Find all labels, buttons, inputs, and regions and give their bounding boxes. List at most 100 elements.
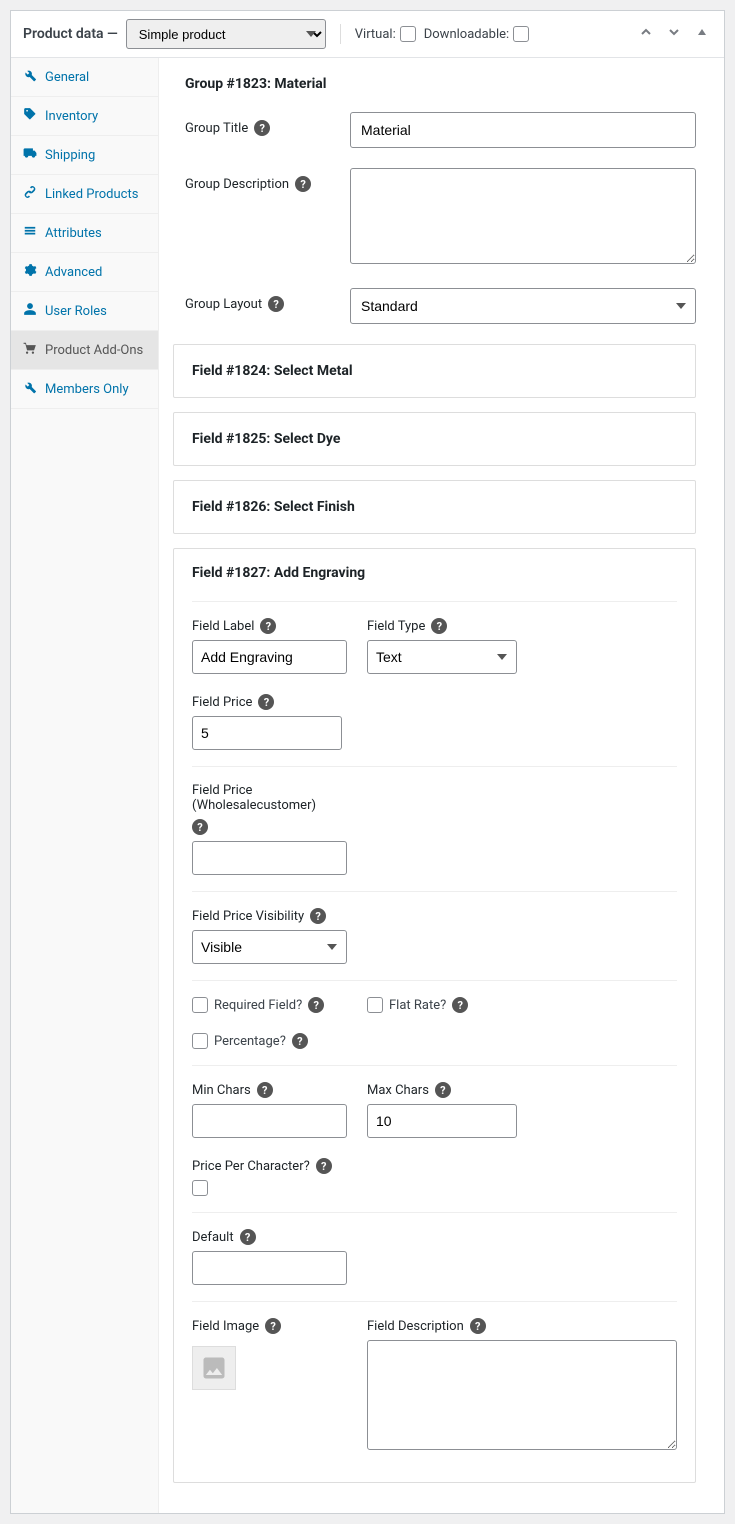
help-icon[interactable]: ? xyxy=(260,618,276,634)
group-title-row: Group Title ? xyxy=(185,112,696,148)
percentage-checkbox[interactable] xyxy=(192,1033,208,1049)
help-icon[interactable]: ? xyxy=(258,694,274,710)
sidebar-item-members[interactable]: Members Only xyxy=(11,370,158,409)
help-icon[interactable]: ? xyxy=(310,908,326,924)
product-data-header: Product data — Simple product Virtual: D… xyxy=(11,11,724,58)
field-visibility-lbl: Field Price Visibility xyxy=(192,909,304,924)
divider xyxy=(340,24,341,44)
minchars-input[interactable] xyxy=(192,1104,347,1138)
help-icon[interactable]: ? xyxy=(192,819,208,835)
help-icon[interactable]: ? xyxy=(257,1082,273,1098)
chevron-down-icon[interactable] xyxy=(664,24,684,44)
maxchars-lbl: Max Chars xyxy=(367,1083,429,1098)
field-type-select[interactable]: Text xyxy=(367,640,517,674)
sidebar-item-general[interactable]: General xyxy=(11,58,158,97)
default-lbl: Default xyxy=(192,1230,234,1245)
triangle-up-icon[interactable] xyxy=(692,24,712,44)
sidebar-item-linked[interactable]: Linked Products xyxy=(11,175,158,214)
field-price-input[interactable] xyxy=(192,716,342,750)
downloadable-checkbox-label[interactable]: Downloadable: xyxy=(424,26,529,42)
percentage-lbl: Percentage? xyxy=(214,1034,286,1049)
field-label-lbl: Field Label xyxy=(192,619,254,634)
product-data-sidebar: General Inventory Shipping Linked Produc… xyxy=(11,58,159,1513)
field-card-collapsed[interactable]: Field #1826: Select Finish xyxy=(173,480,696,534)
group-heading: Group #1823: Material xyxy=(185,76,696,92)
group-desc-textarea[interactable] xyxy=(350,168,696,264)
group-title-input[interactable] xyxy=(350,112,696,148)
product-data-body: General Inventory Shipping Linked Produc… xyxy=(11,58,724,1513)
sidebar-item-label: Shipping xyxy=(45,148,95,163)
default-input[interactable] xyxy=(192,1251,347,1285)
field-card-collapsed[interactable]: Field #1824: Select Metal xyxy=(173,344,696,398)
field-heading[interactable]: Field #1827: Add Engraving xyxy=(192,565,677,581)
wrench-icon xyxy=(23,68,37,86)
image-lbl: Field Image xyxy=(192,1319,259,1334)
sidebar-item-user-roles[interactable]: User Roles xyxy=(11,292,158,331)
group-desc-row: Group Description ? xyxy=(185,168,696,268)
addons-content: Group #1823: Material Group Title ? Grou… xyxy=(159,58,724,1513)
virtual-checkbox-label[interactable]: Virtual: xyxy=(355,26,416,42)
user-icon xyxy=(23,302,37,320)
group-layout-label: Group Layout ? xyxy=(185,288,350,312)
sidebar-item-shipping[interactable]: Shipping xyxy=(11,136,158,175)
wrench-icon xyxy=(23,380,37,398)
downloadable-checkbox[interactable] xyxy=(513,26,529,42)
help-icon[interactable]: ? xyxy=(240,1229,256,1245)
product-type-select[interactable]: Simple product xyxy=(126,19,326,49)
field-card-collapsed[interactable]: Field #1825: Select Dye xyxy=(173,412,696,466)
field-price-lbl: Field Price xyxy=(192,695,252,710)
field-label-input[interactable] xyxy=(192,640,347,674)
sidebar-item-label: User Roles xyxy=(45,304,107,319)
chevron-up-icon[interactable] xyxy=(636,24,656,44)
sidebar-item-label: Advanced xyxy=(45,265,102,280)
virtual-checkbox[interactable] xyxy=(400,26,416,42)
help-icon[interactable]: ? xyxy=(435,1082,451,1098)
required-lbl: Required Field? xyxy=(214,998,302,1013)
field-wholesale-input[interactable] xyxy=(192,841,347,875)
sidebar-item-label: Product Add-Ons xyxy=(45,343,143,358)
maxchars-input[interactable] xyxy=(367,1104,517,1138)
product-data-title: Product data — xyxy=(23,26,118,42)
field-heading: Field #1826: Select Finish xyxy=(192,499,677,515)
help-icon[interactable]: ? xyxy=(268,296,284,312)
sidebar-item-label: Members Only xyxy=(45,382,129,397)
group-layout-select[interactable]: Standard xyxy=(350,288,696,324)
sidebar-item-attributes[interactable]: Attributes xyxy=(11,214,158,253)
sidebar-item-label: Inventory xyxy=(45,109,98,124)
required-checkbox[interactable] xyxy=(192,997,208,1013)
image-placeholder[interactable] xyxy=(192,1346,236,1390)
help-icon[interactable]: ? xyxy=(316,1158,332,1174)
help-icon[interactable]: ? xyxy=(308,997,324,1013)
field-visibility-select[interactable]: Visible xyxy=(192,930,347,964)
sidebar-item-addons[interactable]: Product Add-Ons xyxy=(11,331,158,370)
sidebar-item-advanced[interactable]: Advanced xyxy=(11,253,158,292)
flatrate-lbl: Flat Rate? xyxy=(389,998,446,1013)
group-title-label: Group Title ? xyxy=(185,112,350,136)
downloadable-label-text: Downloadable: xyxy=(424,27,509,42)
group-desc-label: Group Description ? xyxy=(185,168,350,192)
field-heading: Field #1824: Select Metal xyxy=(192,363,677,379)
help-icon[interactable]: ? xyxy=(470,1318,486,1334)
sidebar-item-label: General xyxy=(45,70,89,85)
help-icon[interactable]: ? xyxy=(431,618,447,634)
help-icon[interactable]: ? xyxy=(265,1318,281,1334)
field-heading: Field #1825: Select Dye xyxy=(192,431,677,447)
sidebar-item-label: Linked Products xyxy=(45,187,138,202)
sidebar-item-inventory[interactable]: Inventory xyxy=(11,97,158,136)
help-icon[interactable]: ? xyxy=(295,176,311,192)
ppc-checkbox[interactable] xyxy=(192,1180,208,1196)
field-card-open: Field #1827: Add Engraving Field Label? … xyxy=(173,548,696,1483)
minchars-lbl: Min Chars xyxy=(192,1083,251,1098)
field-desc-textarea[interactable] xyxy=(367,1340,677,1450)
help-icon[interactable]: ? xyxy=(254,120,270,136)
help-icon[interactable]: ? xyxy=(292,1033,308,1049)
product-data-panel: Product data — Simple product Virtual: D… xyxy=(10,10,725,1514)
tag-icon xyxy=(23,107,37,125)
desc-lbl: Field Description xyxy=(367,1319,464,1334)
help-icon[interactable]: ? xyxy=(452,997,468,1013)
field-wholesale-lbl: Field Price (Wholesalecustomer) xyxy=(192,783,342,813)
link-icon xyxy=(23,185,37,203)
flatrate-checkbox[interactable] xyxy=(367,997,383,1013)
ppc-lbl: Price Per Character? xyxy=(192,1159,310,1174)
list-icon xyxy=(23,224,37,242)
